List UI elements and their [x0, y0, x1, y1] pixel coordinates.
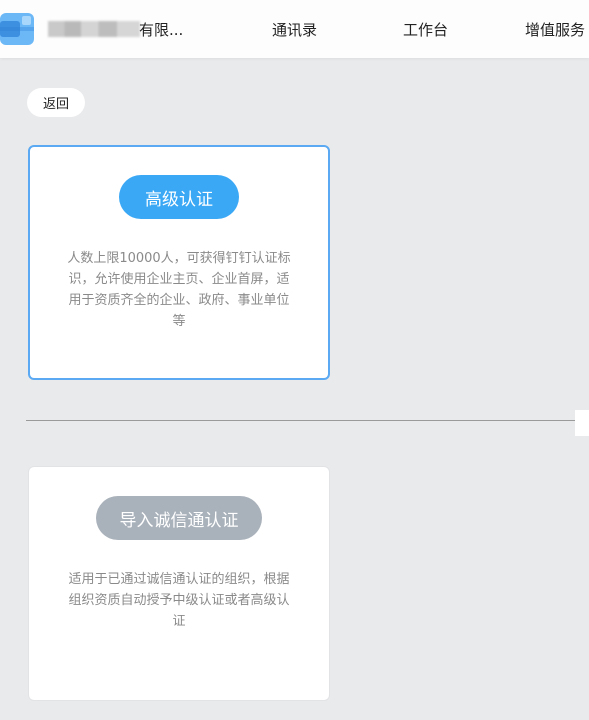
org-name-redacted [48, 21, 140, 37]
import-integrity-certification-button[interactable]: 导入诚信通认证 [96, 496, 262, 540]
advanced-certification-description: 人数上限10000人，可获得钉钉认证标识，允许使用企业主页、企业首屏，适用于资质… [67, 251, 291, 329]
org-name[interactable]: 有限... [139, 19, 183, 40]
app-logo-icon[interactable] [0, 13, 34, 45]
side-tab[interactable] [575, 410, 589, 436]
integrity-import-card[interactable]: 导入诚信通认证 适用于已通过诚信通认证的组织，根据组织资质自动授予中级认证或者高… [28, 466, 330, 701]
back-button[interactable]: 返回 [27, 88, 85, 117]
nav-value-added-services[interactable]: 增值服务 [525, 19, 585, 40]
section-divider [26, 420, 589, 421]
advanced-certification-card[interactable]: 高级认证 人数上限10000人，可获得钉钉认证标识，允许使用企业主页、企业首屏，… [28, 145, 330, 380]
advanced-certification-button[interactable]: 高级认证 [119, 175, 239, 219]
top-bar: 有限... 通讯录 工作台 增值服务 [0, 0, 589, 58]
integrity-import-description: 适用于已通过诚信通认证的组织，根据组织资质自动授予中级认证或者高级认证 [68, 572, 290, 629]
nav-workbench[interactable]: 工作台 [403, 19, 448, 40]
nav-contacts[interactable]: 通讯录 [272, 19, 317, 40]
